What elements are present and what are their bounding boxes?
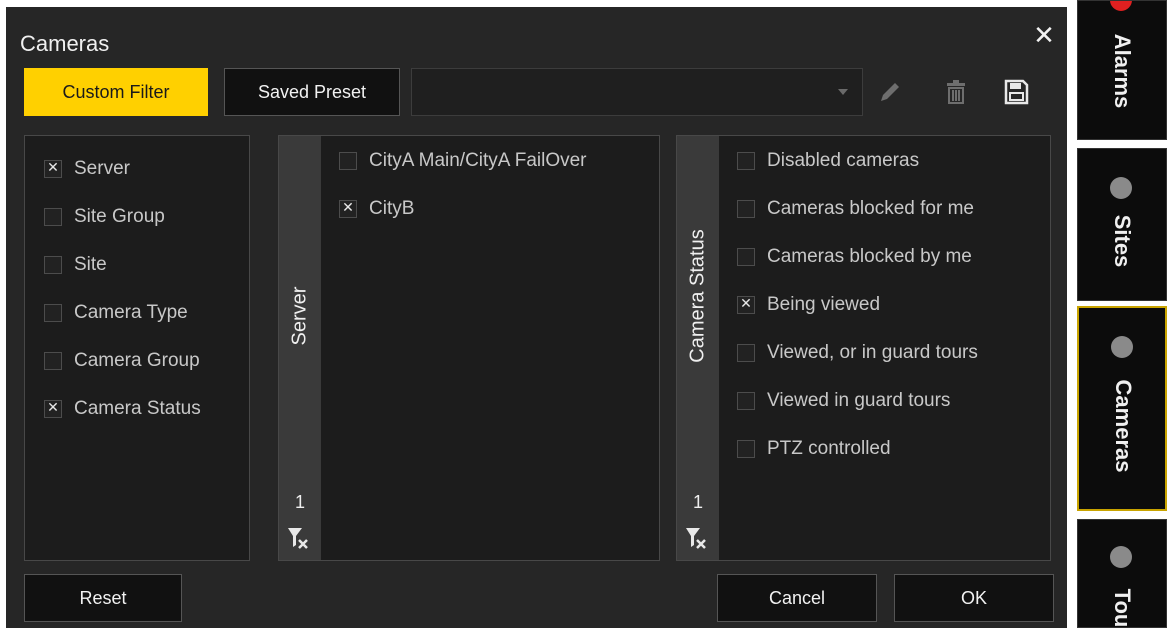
status-item-label: Disabled cameras <box>767 150 920 171</box>
side-tab-label: Sites <box>1110 214 1135 268</box>
status-item-label: Viewed, or in guard tours <box>767 342 978 363</box>
checkbox[interactable] <box>737 440 755 458</box>
category-site[interactable]: Site <box>44 254 107 276</box>
category-label: Server <box>74 158 130 179</box>
custom-filter-tab[interactable]: Custom Filter <box>24 68 208 116</box>
clear-filter-icon[interactable] <box>287 526 309 550</box>
alarm-indicator-dot <box>1110 1 1132 11</box>
server-filter-count: 1 <box>294 492 305 512</box>
checkbox[interactable] <box>44 256 62 274</box>
status-item-being-viewed[interactable]: Being viewed <box>737 294 880 316</box>
checkbox[interactable] <box>44 160 62 178</box>
server-item-label: CityB <box>369 198 415 219</box>
category-label: Camera Type <box>74 302 188 323</box>
category-server[interactable]: Server <box>44 158 130 180</box>
server-item-label: CityA Main/CityA FailOver <box>369 150 587 171</box>
checkbox[interactable] <box>737 152 755 170</box>
side-tab-label: Cameras <box>1111 379 1136 473</box>
ok-button[interactable]: OK <box>894 574 1054 622</box>
checkbox[interactable] <box>44 304 62 322</box>
checkbox[interactable] <box>737 200 755 218</box>
status-item-ptz-controlled[interactable]: PTZ controlled <box>737 438 891 460</box>
save-icon[interactable] <box>1001 77 1031 107</box>
status-item-label: Being viewed <box>767 294 881 315</box>
status-item-label: Cameras blocked by me <box>767 246 972 267</box>
checkbox[interactable] <box>339 152 357 170</box>
server-panel-title: Server <box>288 286 311 346</box>
status-indicator-dot <box>1110 177 1132 199</box>
checkbox[interactable] <box>737 296 755 314</box>
category-camera-type[interactable]: Camera Type <box>44 302 188 324</box>
server-item-cityb[interactable]: CityB <box>339 198 414 220</box>
checkbox[interactable] <box>737 392 755 410</box>
status-indicator-dot <box>1110 546 1132 568</box>
checkbox[interactable] <box>339 200 357 218</box>
status-item-viewed-or-guard-tours[interactable]: Viewed, or in guard tours <box>737 342 978 364</box>
checkbox[interactable] <box>44 208 62 226</box>
server-item-citya[interactable]: CityA Main/CityA FailOver <box>339 150 587 172</box>
checkbox[interactable] <box>44 352 62 370</box>
camera-status-panel-header: Camera Status 1 <box>677 136 719 560</box>
status-item-label: PTZ controlled <box>767 438 891 459</box>
camera-status-filter-count: 1 <box>692 492 703 512</box>
status-item-label: Cameras blocked for me <box>767 198 974 219</box>
clear-filter-icon[interactable] <box>685 526 707 550</box>
cameras-filter-dialog: Cameras ✕ Custom Filter Saved Preset ✕ S… <box>6 7 1067 628</box>
category-label: Site <box>74 254 107 275</box>
category-label: Camera Group <box>74 350 200 371</box>
filter-category-panel: Server Site Group Site Camera Type Camer… <box>24 135 250 561</box>
preset-select[interactable] <box>411 68 863 116</box>
side-tab-label: Alarms <box>1110 33 1135 109</box>
status-item-viewed-in-guard-tours[interactable]: Viewed in guard tours <box>737 390 950 412</box>
category-camera-group[interactable]: Camera Group <box>44 350 200 372</box>
saved-preset-tab[interactable]: Saved Preset <box>224 68 400 116</box>
checkbox[interactable] <box>737 248 755 266</box>
server-filter-panel: Server 1 CityA Main/CityA FailOver CityB <box>278 135 660 561</box>
category-camera-status[interactable]: Camera Status <box>44 398 201 420</box>
side-tab-cameras[interactable]: Cameras <box>1077 306 1167 511</box>
server-panel-header: Server 1 <box>279 136 321 560</box>
cancel-button[interactable]: Cancel <box>717 574 877 622</box>
status-item-blocked-by-me[interactable]: Cameras blocked by me <box>737 246 972 268</box>
checkbox[interactable] <box>737 344 755 362</box>
category-label: Camera Status <box>74 398 201 419</box>
side-tab-tours[interactable]: Tou <box>1077 519 1167 628</box>
chevron-down-icon[interactable] <box>838 89 848 95</box>
status-item-disabled[interactable]: Disabled cameras <box>737 150 919 172</box>
checkbox[interactable] <box>44 400 62 418</box>
category-site-group[interactable]: Site Group <box>44 206 165 228</box>
trash-icon[interactable] <box>941 77 971 107</box>
status-item-blocked-for-me[interactable]: Cameras blocked for me <box>737 198 974 220</box>
dialog-title: Cameras <box>20 31 110 56</box>
reset-button[interactable]: Reset <box>24 574 182 622</box>
camera-status-filter-panel: Camera Status 1 Disabled cameras Cameras… <box>676 135 1051 561</box>
category-label: Site Group <box>74 206 165 227</box>
status-indicator-dot <box>1111 336 1133 358</box>
side-tab-alarms[interactable]: Alarms <box>1077 0 1167 140</box>
side-tab-label: Tou <box>1110 588 1135 628</box>
camera-status-panel-title: Camera Status <box>686 229 709 363</box>
close-icon[interactable]: ✕ <box>1029 21 1059 51</box>
pencil-icon[interactable] <box>875 77 905 107</box>
status-item-label: Viewed in guard tours <box>767 390 951 411</box>
side-tab-sites[interactable]: Sites <box>1077 148 1167 301</box>
